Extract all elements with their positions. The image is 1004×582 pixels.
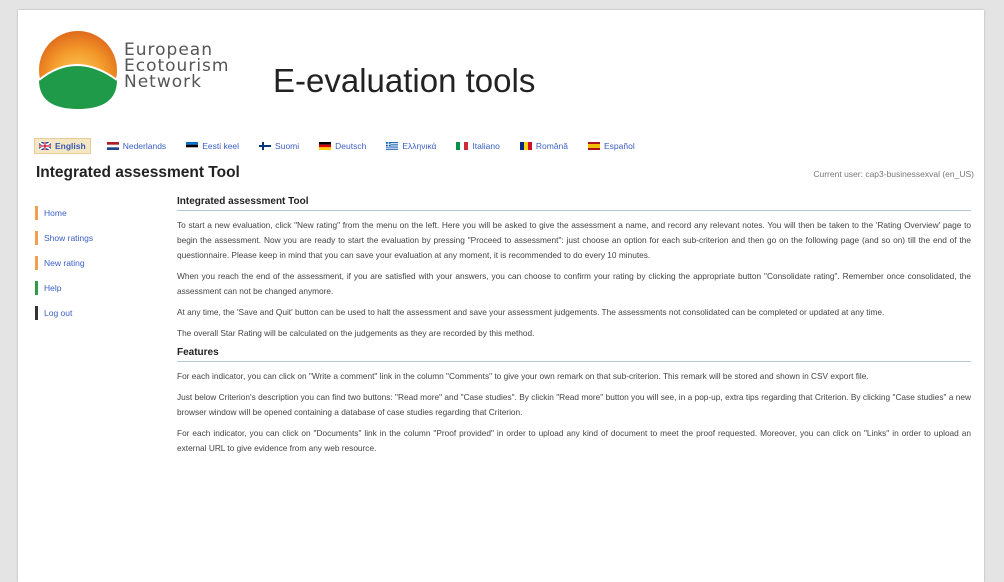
sidebar-item-new-rating[interactable]: New rating [35,256,155,270]
een-logo-icon [38,31,118,109]
read-more-paragraph: Just below Criterion's description you c… [177,392,971,417]
documents-paragraph: For each indicator, you can click on "Do… [177,428,971,453]
comments-paragraph: For each indicator, you can click on "Wr… [177,371,869,381]
sidebar-item-home[interactable]: Home [35,206,155,220]
save-quit-paragraph: At any time, the 'Save and Quit' button … [177,307,885,317]
sidebar-item-help[interactable]: Help [35,281,155,295]
lang-label: Italiano [472,141,500,151]
app-title: E-evaluation tools [273,62,536,99]
lang-label: Suomi [275,141,300,151]
lang-label: Ελληνικά [402,141,437,151]
lang-label: Eesti keel [202,141,240,151]
lang-nederlands[interactable]: Nederlands [103,139,170,153]
lang-eesti[interactable]: Eesti keel [182,139,243,153]
uk-flag-icon [39,142,51,150]
page-title: Integrated assessment Tool [36,164,240,181]
germany-flag-icon [319,142,332,150]
lang-label: English [55,141,86,151]
lang-label: Nederlands [122,141,167,151]
estonia-flag-icon [186,142,199,150]
lang-italiano[interactable]: Italiano [452,139,503,153]
logo-line-3: Network [124,72,202,92]
romania-flag-icon [519,142,532,150]
lang-english[interactable]: English [34,138,91,154]
star-rating-paragraph: The overall Star Rating will be calculat… [177,328,535,338]
sidebar-item-log-out[interactable]: Log out [35,306,155,320]
section-title-assessment: Integrated assessment Tool [177,196,971,211]
language-bar: English Nederlands Eesti keel Suomi Deut… [34,136,651,156]
intro-paragraph: To start a new evaluation, click "New ra… [177,220,971,260]
lang-greek[interactable]: Ελληνικά [382,139,440,153]
consolidate-paragraph: When you reach the end of the assessment… [177,271,971,296]
sidebar-item-show-ratings[interactable]: Show ratings [35,231,155,245]
lang-deutsch[interactable]: Deutsch [315,139,370,153]
lang-espanol[interactable]: Español [584,139,639,153]
current-user-label: Current user: cap3-businessexval (en_US) [813,169,974,179]
lang-suomi[interactable]: Suomi [255,139,303,153]
logo-wordmark: European Ecotourism Network [124,42,229,92]
page-frame: European Ecotourism Network E-evaluation… [18,10,984,582]
netherlands-flag-icon [106,142,119,150]
lang-label: Deutsch [335,141,367,151]
lang-label: Română [535,141,568,151]
finland-flag-icon [259,142,272,150]
greece-flag-icon [386,142,399,150]
sidebar-menu: Home Show ratings New rating Help Log ou… [35,206,155,331]
main-content: Integrated assessment Tool To start a ne… [177,196,971,462]
lang-label: Español [604,141,635,151]
spain-flag-icon [588,142,600,150]
lang-romana[interactable]: Română [516,139,572,153]
italy-flag-icon [456,142,469,150]
section-title-features: Features [177,347,971,362]
